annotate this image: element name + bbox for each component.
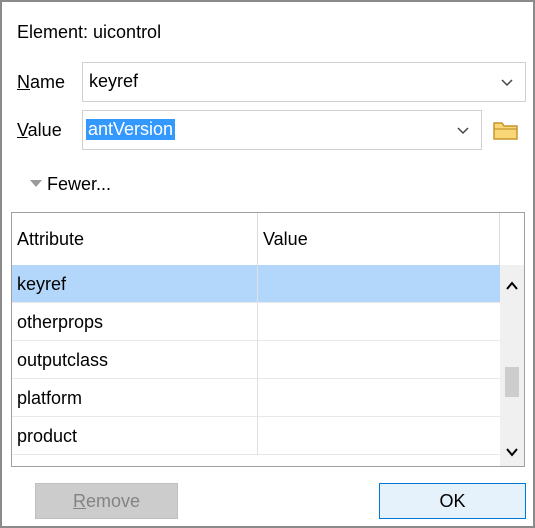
value-cell[interactable] — [258, 417, 500, 455]
ok-button[interactable]: OK — [379, 483, 526, 519]
vertical-scrollbar[interactable] — [500, 265, 524, 466]
scrollbar-thumb[interactable] — [505, 367, 519, 397]
scroll-down-arrow-icon[interactable] — [506, 447, 518, 457]
value-cell[interactable] — [258, 379, 500, 417]
value-label: Value — [17, 120, 62, 140]
attribute-cell: keyref — [12, 265, 258, 303]
attribute-cell: platform — [12, 379, 258, 417]
column-header-value[interactable]: Value — [258, 213, 500, 265]
element-label: Element: uicontrol — [17, 22, 162, 42]
value-cell[interactable] — [258, 265, 500, 303]
name-label: Name — [17, 72, 66, 92]
attributes-table: Attribute Value keyref otherprops output… — [11, 212, 525, 467]
chevron-down-icon[interactable] — [501, 77, 513, 89]
chevron-down-icon[interactable] — [457, 125, 469, 137]
attribute-cell: product — [12, 417, 258, 455]
collapse-triangle-icon — [30, 180, 42, 187]
table-row[interactable]: keyref — [12, 265, 500, 303]
name-combobox[interactable]: keyref — [82, 62, 526, 102]
attribute-cell: otherprops — [12, 303, 258, 341]
column-header-attribute[interactable]: Attribute — [12, 213, 258, 265]
value-input-text[interactable]: antVersion — [86, 119, 176, 140]
scroll-up-arrow-icon[interactable] — [506, 281, 518, 291]
remove-button[interactable]: Remove — [35, 483, 178, 519]
name-value: keyref — [89, 71, 139, 91]
value-combobox[interactable]: antVersion — [82, 110, 482, 150]
table-row[interactable]: platform — [12, 379, 500, 417]
value-cell[interactable] — [258, 303, 500, 341]
attribute-cell: outputclass — [12, 341, 258, 379]
value-cell[interactable] — [258, 341, 500, 379]
table-header: Attribute Value — [12, 213, 500, 266]
attribute-editor-dialog: Element: uicontrol Name keyref Value ant… — [0, 0, 535, 528]
table-row[interactable]: outputclass — [12, 341, 500, 379]
fewer-toggle[interactable]: Fewer... — [30, 174, 111, 195]
table-row[interactable]: otherprops — [12, 303, 500, 341]
folder-icon[interactable] — [492, 117, 520, 143]
table-row[interactable]: product — [12, 417, 500, 455]
